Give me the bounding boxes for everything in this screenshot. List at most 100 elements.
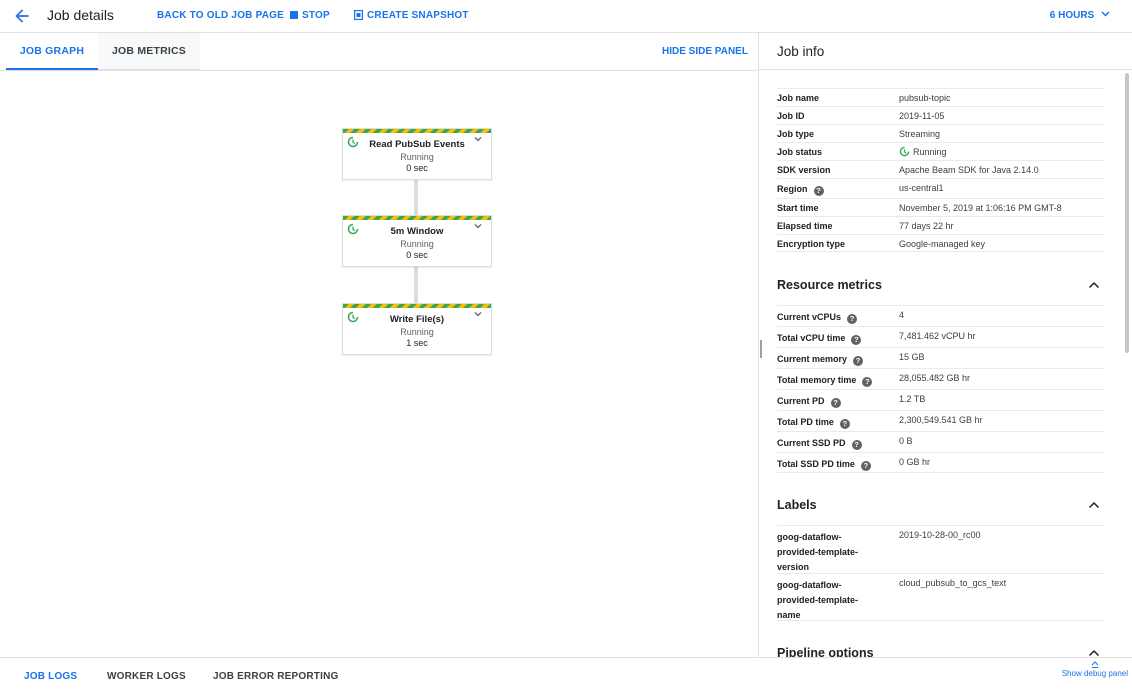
metric-key: Current memory? [777,354,864,366]
page-title: Job details [47,7,114,23]
graph-node-read-pubsub-events[interactable]: Read PubSub Events Running 0 sec [342,128,492,180]
side-panel-title: Job info [777,44,825,59]
node-name: Read PubSub Events [369,139,465,150]
tab-job-logs[interactable]: JOB LOGS [24,671,77,682]
metric-value: 1.2 TB [899,394,926,404]
node-name: Write File(s) [389,314,445,325]
pipeline-options-title: Pipeline options [777,646,874,657]
metric-key-text: Current PD [777,396,825,406]
graph-node-write-files[interactable]: Write File(s) Running 1 sec [342,303,492,355]
info-value: 77 days 22 hr [899,221,954,231]
info-key: Start time [777,203,819,213]
help-icon[interactable]: ? [847,314,858,324]
create-snapshot-button[interactable]: CREATE SNAPSHOT [354,10,469,21]
metric-key: Total PD time? [777,417,850,429]
node-time: 1 sec [406,338,428,348]
info-value: pubsub-topic [899,93,951,103]
label-key-line: goog-dataflow- [777,580,842,590]
back-to-old-job-page-button[interactable]: BACK TO OLD JOB PAGE [157,10,284,21]
snapshot-icon [354,10,363,21]
back-arrow-icon[interactable] [12,6,32,26]
label-key-line: goog-dataflow- [777,532,842,542]
node-time: 0 sec [406,250,428,260]
create-snapshot-label: CREATE SNAPSHOT [367,10,469,21]
metric-row-current-pd: Current PD? 1.2 TB [777,389,1104,410]
metric-key: Total memory time? [777,375,873,387]
show-debug-panel-label: Show debug panel [1061,669,1128,678]
running-icon [899,146,910,157]
info-key: Encryption type [777,239,846,249]
metric-key: Current PD? [777,396,841,408]
show-debug-panel-button[interactable]: Show debug panel [1062,660,1128,678]
chevron-up-icon[interactable] [1088,649,1100,657]
info-key: Job type [777,129,815,139]
help-icon[interactable]: ? [830,398,841,408]
side-panel-scrollbar[interactable] [1125,73,1129,353]
hide-side-panel-button[interactable]: HIDE SIDE PANEL [662,46,748,57]
metric-value: 0 B [899,436,913,446]
resource-metrics-title: Resource metrics [777,278,882,292]
node-name: 5m Window [390,226,444,237]
metric-row-total-ssd-pd-time: Total SSD PD time? 0 GB hr [777,452,1104,473]
metric-value: 2,300,549.541 GB hr [899,415,983,425]
label-key-line: name [777,610,801,620]
label-row-template-version: goog-dataflow- provided-template- versio… [777,525,1104,573]
tab-job-graph[interactable]: JOB GRAPH [6,33,98,70]
help-icon[interactable]: ? [860,461,871,471]
help-icon[interactable]: ? [851,335,862,345]
time-range-label: 6 HOURS [1049,10,1095,21]
tab-job-error-reporting[interactable]: JOB ERROR REPORTING [213,671,338,682]
job-status-text: Running [913,147,947,157]
help-icon[interactable]: ? [813,186,824,196]
info-key: SDK version [777,165,831,175]
stop-label: STOP [302,10,330,21]
info-row-job-type: Job type Streaming [777,124,1104,142]
info-row-encryption-type: Encryption type Google-managed key [777,234,1104,252]
labels-table: goog-dataflow- provided-template- versio… [777,525,1104,621]
info-value: Running [899,146,947,157]
metric-key-text: Total memory time [777,375,857,385]
metric-key-text: Total SSD PD time [777,459,855,469]
metric-value: 0 GB hr [899,457,931,467]
job-info-side-panel: Job info Job name pubsub-topic Job ID 20… [759,33,1132,657]
label-key-line: provided-template- [777,595,859,605]
job-graph-canvas[interactable]: Read PubSub Events Running 0 sec 5m Wind… [0,71,758,656]
metric-key: Current SSD PD? [777,438,862,450]
stop-button[interactable]: STOP [290,10,330,21]
stop-icon [290,11,298,20]
metric-key-text: Current memory [777,354,848,364]
metric-key: Current vCPUs? [777,312,858,324]
logs-bottom-bar: JOB LOGS WORKER LOGS JOB ERROR REPORTING… [0,657,1132,692]
tab-job-metrics[interactable]: JOB METRICS [98,33,200,70]
info-value: Apache Beam SDK for Java 2.14.0 [899,165,1039,175]
metric-row-current-memory: Current memory? 15 GB [777,347,1104,368]
time-range-dropdown[interactable]: 6 HOURS [1050,10,1110,21]
node-status: Running [400,152,434,162]
label-value: 2019-10-28-00_rc00 [899,530,981,540]
chevron-up-icon[interactable] [1088,501,1100,509]
chevron-up-icon [1091,661,1099,668]
tab-worker-logs[interactable]: WORKER LOGS [107,671,186,682]
info-value: us-central1 [899,183,944,193]
info-key: Elapsed time [777,221,833,231]
help-icon[interactable]: ? [839,419,850,429]
resource-metrics-table: Current vCPUs? 4 Total vCPU time? 7,481.… [777,305,1104,473]
chevron-up-icon[interactable] [1088,281,1100,289]
help-icon[interactable]: ? [853,356,864,366]
side-panel-header: Job info [759,33,1132,70]
label-key-line: provided-template- [777,547,859,557]
metric-key-text: Total PD time [777,417,834,427]
info-key: Job ID [777,111,805,121]
node-time: 0 sec [406,163,428,173]
info-row-region: Region? us-central1 [777,178,1104,198]
node-status: Running [400,239,434,249]
label-key: goog-dataflow- provided-template- versio… [777,530,858,575]
help-icon[interactable]: ? [851,440,862,450]
graph-node-5m-window[interactable]: 5m Window Running 0 sec [342,215,492,267]
job-info-table: Job name pubsub-topic Job ID 2019-11-05 … [777,88,1104,252]
help-icon[interactable]: ? [862,377,873,387]
metric-key-text: Current vCPUs [777,312,842,322]
info-row-job-name: Job name pubsub-topic [777,88,1104,106]
label-key: goog-dataflow- provided-template- name [777,578,858,623]
running-stripe [343,216,491,220]
